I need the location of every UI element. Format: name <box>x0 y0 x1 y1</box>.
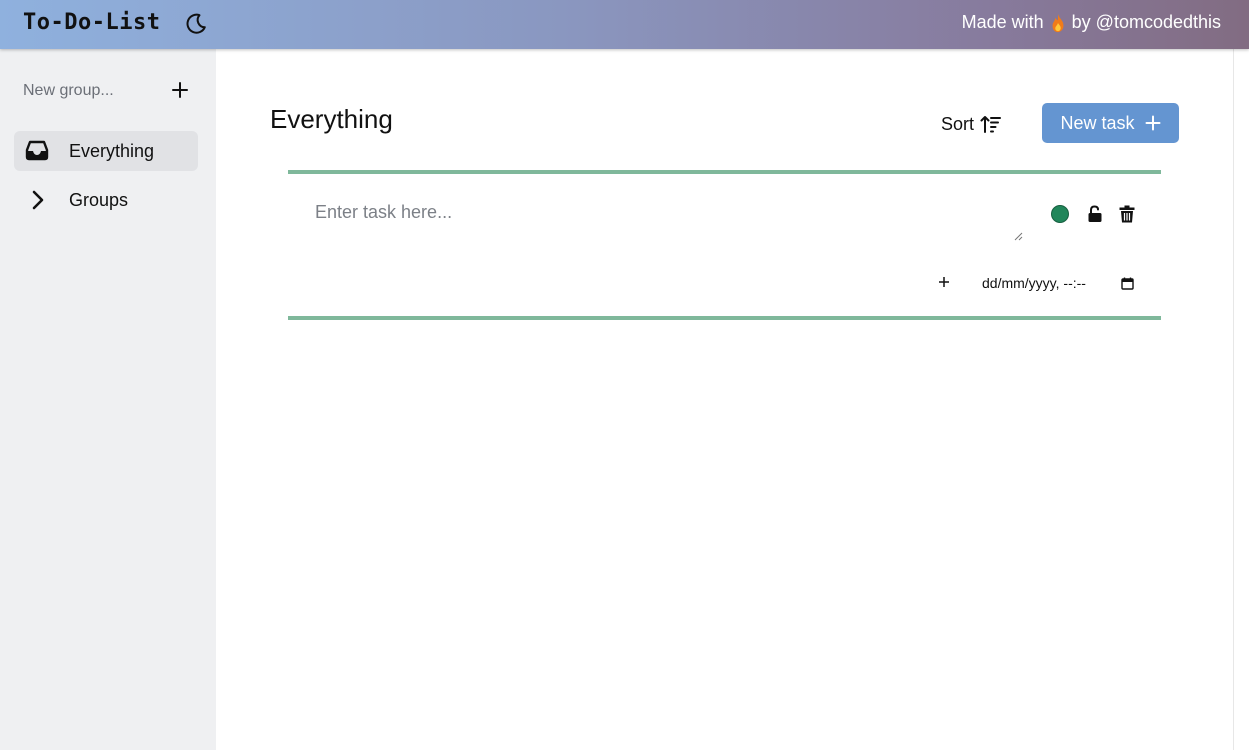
page-title: Everything <box>270 104 393 134</box>
chevron-right-icon <box>32 190 44 210</box>
flame-icon <box>1052 13 1064 32</box>
sidebar-item-label: Groups <box>69 190 129 210</box>
plus-icon <box>1145 115 1161 131</box>
moon-icon[interactable] <box>184 12 208 36</box>
new-group-input[interactable] <box>23 79 163 103</box>
inbox-icon <box>25 140 49 161</box>
scrollbar[interactable] <box>1233 49 1249 750</box>
app-title: To-Do-List <box>23 10 161 35</box>
date-placeholder: dd/mm/yyyy, --:-- <box>982 275 1086 291</box>
new-task-button[interactable]: New task <box>1042 103 1179 143</box>
sort-ascending-icon <box>980 116 1002 133</box>
app-header: To-Do-List Made with by @tomcodedthis <box>0 0 1249 49</box>
calendar-icon[interactable] <box>1121 277 1134 290</box>
resize-handle-icon[interactable] <box>1013 231 1023 241</box>
credit-suffix: by @tomcodedthis <box>1071 12 1221 32</box>
sort-label: Sort <box>941 113 975 134</box>
sidebar-item-label: Everything <box>69 141 155 161</box>
sidebar-item-everything[interactable]: Everything <box>14 131 198 171</box>
task-card <box>288 170 1161 320</box>
trash-icon[interactable] <box>1119 205 1135 223</box>
sidebar-item-groups[interactable]: Groups <box>14 180 198 220</box>
add-subtask-button[interactable] <box>937 275 951 289</box>
unlock-icon[interactable] <box>1087 205 1103 223</box>
sort-button[interactable]: Sort <box>941 111 1002 137</box>
credit-prefix: Made with <box>961 12 1044 32</box>
due-date-input[interactable]: dd/mm/yyyy, --:-- <box>982 273 1134 293</box>
credit-text: Made with by @tomcodedthis <box>962 12 1221 33</box>
main-panel <box>216 49 1233 750</box>
task-text-input[interactable] <box>315 202 1025 242</box>
new-task-label: New task <box>1060 112 1135 133</box>
add-group-button[interactable] <box>170 80 190 100</box>
task-status-toggle[interactable] <box>1051 205 1069 223</box>
